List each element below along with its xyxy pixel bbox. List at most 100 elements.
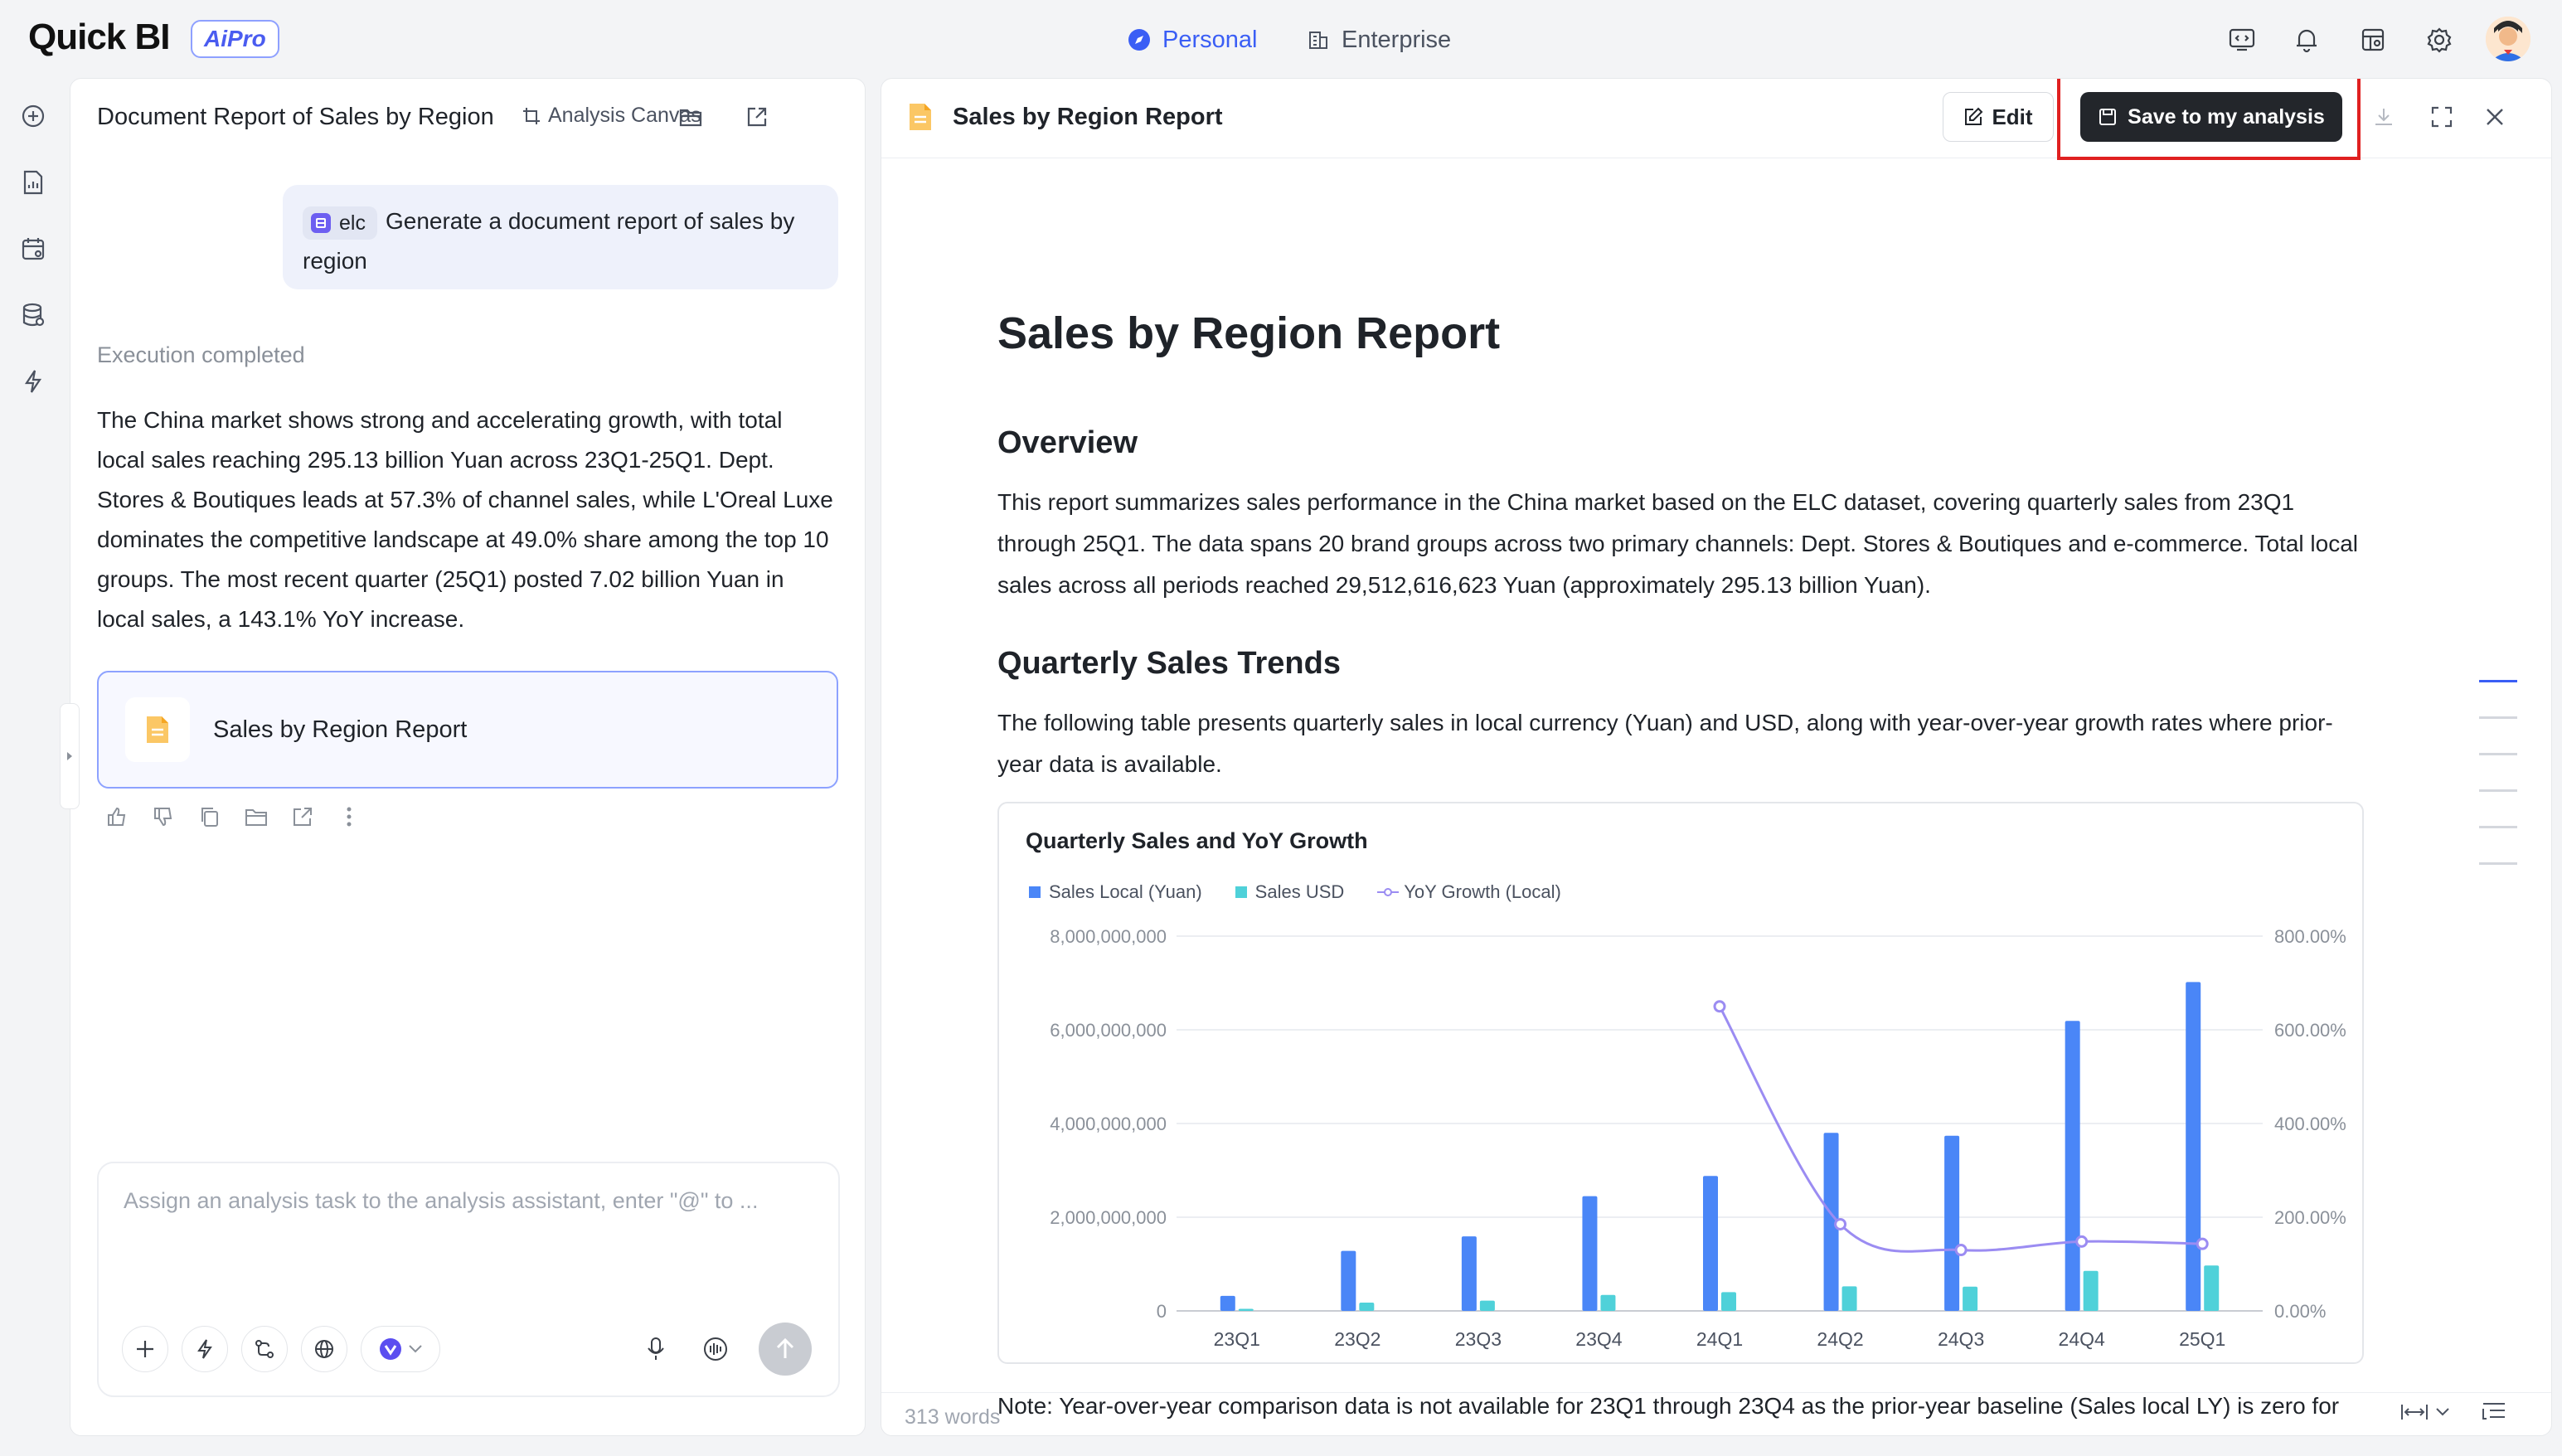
y-right-tick-label: 600.00% — [2274, 1020, 2346, 1041]
more-icon[interactable] — [332, 800, 366, 833]
voice-wave-icon[interactable] — [692, 1326, 739, 1372]
new-chat-icon[interactable] — [17, 99, 50, 133]
database-icon[interactable] — [17, 298, 50, 332]
y-left-tick-label: 2,000,000,000 — [1050, 1207, 1167, 1228]
bar-sales-usd — [1479, 1300, 1495, 1311]
point-yoy-growth — [1954, 1244, 1968, 1257]
outline-marker[interactable] — [2479, 716, 2517, 719]
overview-heading: Overview — [997, 425, 1138, 460]
bar-sales-usd — [1721, 1292, 1736, 1311]
avatar[interactable] — [2486, 17, 2530, 61]
bar-sales-usd — [1238, 1308, 1254, 1311]
thumbs-down-icon[interactable] — [147, 800, 180, 833]
document-icon — [125, 697, 190, 762]
dataset-chip[interactable]: elc — [303, 206, 377, 240]
chat-input[interactable]: Assign an analysis task to the analysis … — [97, 1162, 840, 1397]
crop-icon — [523, 107, 540, 124]
copy-icon[interactable] — [193, 800, 226, 833]
outline-marker[interactable] — [2479, 753, 2517, 755]
x-tick-label: 23Q1 — [1214, 1328, 1260, 1350]
chevron-down-icon — [409, 1345, 422, 1353]
edit-button[interactable]: Edit — [1943, 92, 2054, 142]
add-icon[interactable] — [122, 1326, 168, 1372]
point-yoy-growth — [1834, 1217, 1847, 1230]
nav-personal[interactable]: Personal — [1128, 22, 1257, 58]
dataset-chip-label: elc — [339, 211, 366, 235]
bar-sales-usd — [1359, 1302, 1375, 1311]
send-button[interactable] — [759, 1323, 812, 1376]
folder-icon[interactable] — [240, 800, 273, 833]
x-tick-label: 24Q2 — [1817, 1328, 1863, 1350]
y-left-tick-label: 8,000,000,000 — [1050, 926, 1167, 947]
execution-status: Execution completed — [97, 342, 305, 367]
bar-sales-usd — [1841, 1286, 1857, 1311]
bar-sales-usd — [1963, 1286, 1978, 1311]
assistant-summary: The China market shows strong and accele… — [97, 407, 833, 632]
y-right-tick-label: 400.00% — [2274, 1114, 2346, 1134]
nav-enterprise[interactable]: Enterprise — [1307, 22, 1451, 58]
download-icon[interactable] — [2367, 100, 2400, 133]
close-icon[interactable] — [2478, 100, 2511, 133]
thumbs-up-icon[interactable] — [100, 800, 133, 833]
outline-marker[interactable] — [2479, 862, 2517, 865]
bar-sales-usd — [2083, 1270, 2099, 1311]
bar-sales-local — [1582, 1196, 1598, 1311]
bar-sales-local — [1703, 1176, 1718, 1311]
calendar-icon[interactable] — [17, 232, 50, 265]
bell-icon[interactable] — [2290, 23, 2323, 56]
x-tick-label: 24Q4 — [2059, 1328, 2105, 1350]
report-icon[interactable] — [17, 166, 50, 199]
microphone-icon[interactable] — [633, 1326, 679, 1372]
chart-note: Note: Year-over-year comparison data is … — [997, 1393, 2340, 1435]
outline-marker-active[interactable] — [2479, 680, 2517, 682]
point-yoy-growth — [2075, 1235, 2089, 1248]
bar-sales-usd — [1600, 1294, 1616, 1311]
line-yoy-growth — [1718, 1006, 2203, 1253]
collapse-panel-handle[interactable] — [60, 703, 80, 809]
report-card[interactable]: Sales by Region Report — [97, 671, 838, 789]
report-heading: Sales by Region Report — [997, 308, 1501, 358]
bar-sales-local — [1341, 1250, 1356, 1311]
model-icon — [380, 1338, 401, 1360]
aipro-badge: AiPro — [191, 20, 279, 58]
x-tick-label: 24Q1 — [1696, 1328, 1743, 1350]
history-icon[interactable] — [674, 100, 707, 133]
app-logo[interactable]: Quick BI — [28, 17, 170, 58]
compass-icon — [1128, 28, 1151, 51]
nav-personal-label: Personal — [1162, 26, 1258, 53]
code-icon[interactable] — [2225, 23, 2259, 56]
share-icon[interactable] — [286, 800, 319, 833]
y-right-tick-label: 800.00% — [2274, 926, 2346, 947]
dashboard-icon[interactable] — [2356, 23, 2390, 56]
quick-action-icon[interactable] — [182, 1326, 228, 1372]
gear-icon[interactable] — [2423, 23, 2456, 56]
report-header-title: Sales by Region Report — [953, 104, 1223, 130]
x-tick-label: 23Q4 — [1575, 1328, 1622, 1350]
chat-panel: Document Report of Sales by Region Analy… — [70, 78, 866, 1436]
chevron-right-icon — [67, 752, 72, 760]
bar-sales-usd — [2204, 1265, 2220, 1311]
bar-sales-local — [2186, 982, 2201, 1311]
y-left-tick-label: 4,000,000,000 — [1050, 1114, 1167, 1134]
fullscreen-icon[interactable] — [2425, 100, 2458, 133]
workflow-icon[interactable] — [241, 1326, 288, 1372]
x-tick-label: 23Q3 — [1455, 1328, 1502, 1350]
chat-input-placeholder: Assign an analysis task to the analysis … — [124, 1188, 759, 1213]
bar-sales-local — [1461, 1236, 1477, 1311]
width-toggle[interactable] — [2400, 1402, 2450, 1422]
bar-sales-local — [2065, 1021, 2080, 1311]
outline-icon[interactable] — [2482, 1400, 2508, 1427]
y-left-tick-label: 0 — [1157, 1301, 1167, 1322]
model-selector[interactable] — [361, 1326, 440, 1372]
overview-text: This report summarizes sales performance… — [997, 489, 2358, 598]
footer-divider — [881, 1392, 2551, 1393]
outline-marker[interactable] — [2479, 789, 2517, 792]
lightning-icon[interactable] — [17, 365, 50, 398]
building-icon — [1307, 28, 1330, 51]
globe-icon[interactable] — [301, 1326, 347, 1372]
new-window-icon[interactable] — [740, 100, 774, 133]
outline-marker[interactable] — [2479, 826, 2517, 828]
highlight-box — [2057, 79, 2361, 160]
y-right-tick-label: 0.00% — [2274, 1301, 2326, 1322]
nav-enterprise-label: Enterprise — [1342, 26, 1452, 53]
